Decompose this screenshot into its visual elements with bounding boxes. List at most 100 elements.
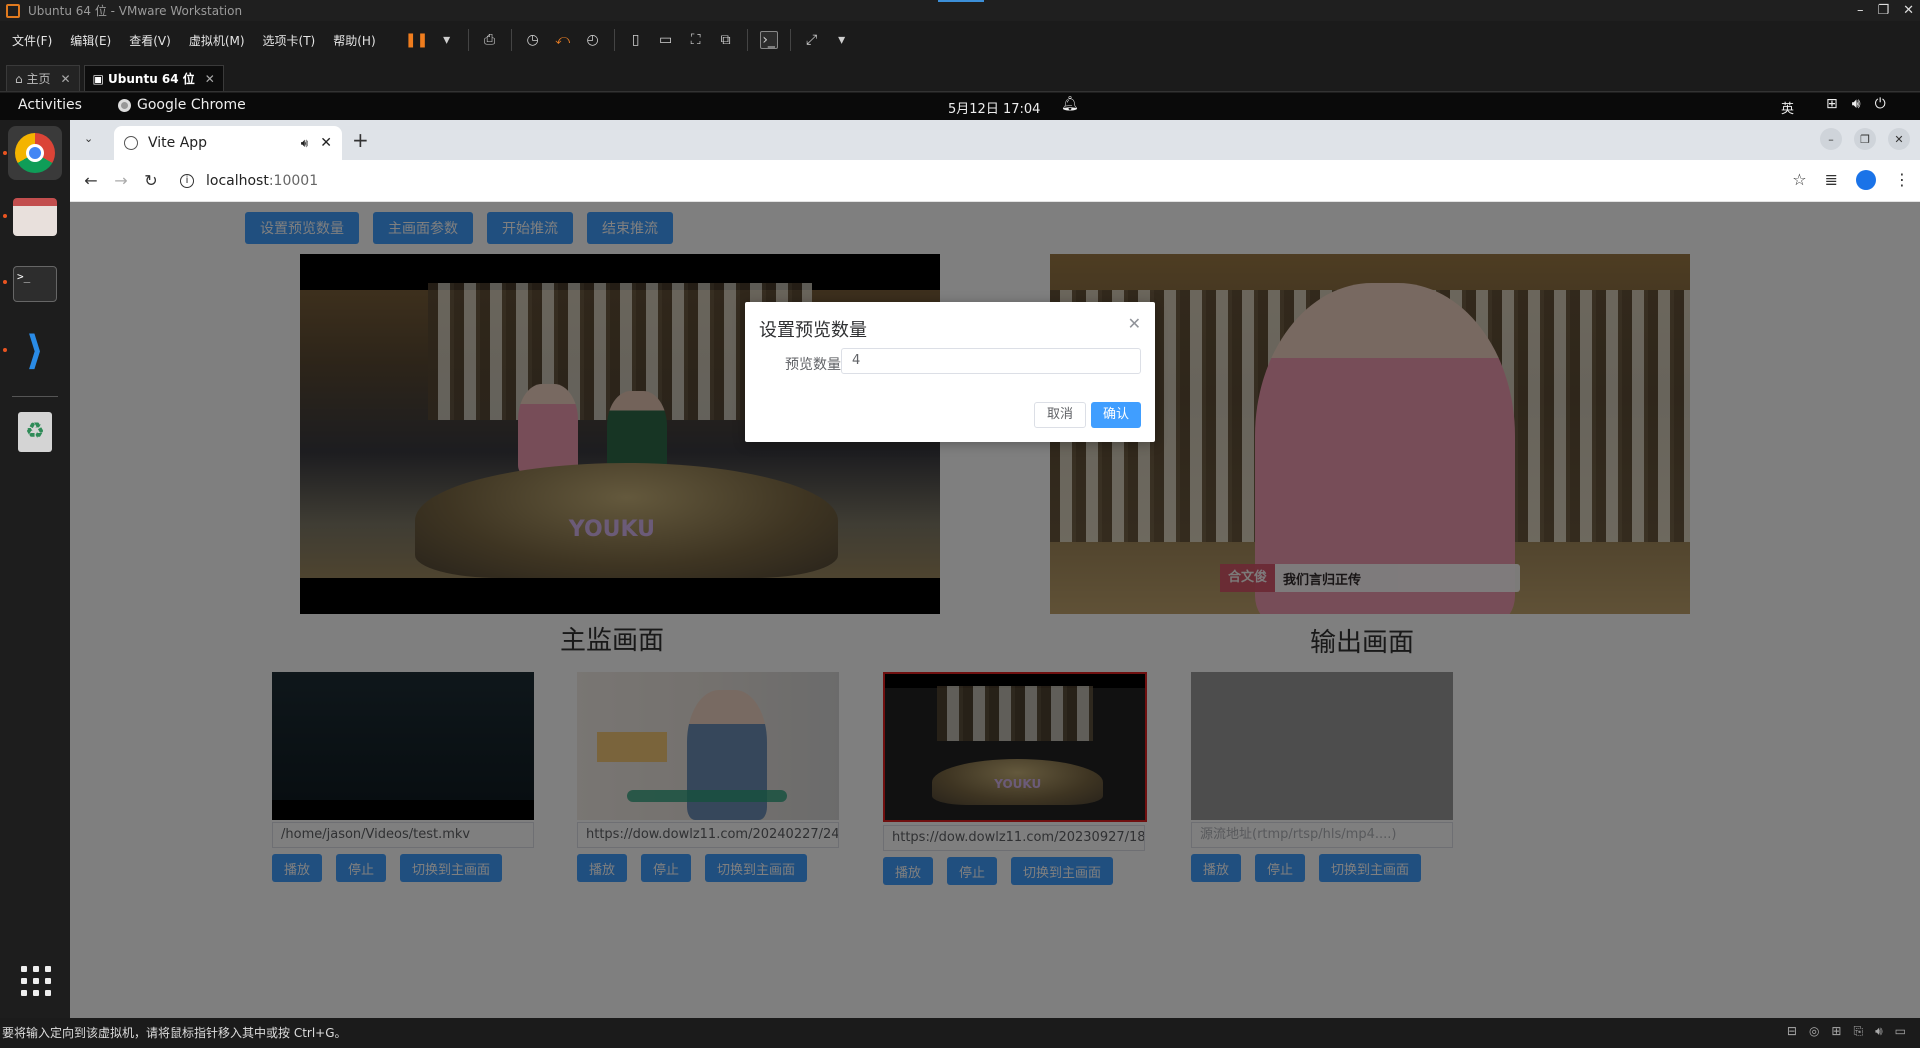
- dock-terminal[interactable]: >_: [8, 257, 62, 311]
- snapshot-icon[interactable]: ◷: [524, 31, 542, 49]
- url-port: :10001: [268, 172, 319, 189]
- system-menu[interactable]: ⊞ 🔊︎ ⏻: [1826, 96, 1886, 112]
- reload-icon[interactable]: ↻: [136, 171, 166, 190]
- console-view-icon[interactable]: ›_: [759, 31, 778, 49]
- cancel-button[interactable]: 取消: [1034, 402, 1087, 428]
- preview-count-input[interactable]: 4: [841, 348, 1141, 374]
- globe-icon: [124, 136, 138, 150]
- files-icon: [13, 198, 57, 236]
- close-icon[interactable]: ✕: [60, 72, 70, 86]
- show-apps-icon[interactable]: [21, 966, 51, 996]
- terminal-icon: >_: [13, 266, 57, 302]
- app-page: 设置预览数量 主画面参数 开始推流 结束推流 YOUKU 主监画面 合文俊 我们…: [70, 202, 1920, 1018]
- media-controls-icon[interactable]: ≣: [1825, 170, 1838, 190]
- toolbar-separator: [789, 29, 791, 51]
- power-icon: ⏻: [1874, 96, 1886, 112]
- address-bar[interactable]: i localhost:10001: [180, 173, 318, 189]
- chrome-icon: [15, 133, 55, 173]
- confirm-button[interactable]: 确认: [1091, 402, 1142, 428]
- cdrom-icon[interactable]: ◎: [1809, 1024, 1819, 1039]
- volume-icon: 🔊︎: [1851, 96, 1861, 112]
- minimize-icon[interactable]: –: [1857, 3, 1864, 18]
- home-icon: ⌂: [15, 71, 27, 86]
- dock-chrome[interactable]: [8, 126, 62, 180]
- dialog-title: 设置预览数量: [759, 320, 867, 341]
- forward-icon[interactable]: →: [106, 171, 136, 190]
- chrome-tab-title: Vite App: [148, 135, 208, 151]
- focused-app-name: Google Chrome: [137, 97, 246, 113]
- chrome-restore-icon[interactable]: ❐: [1854, 128, 1876, 150]
- dropdown-caret-icon[interactable]: ▾: [438, 31, 456, 49]
- sound-icon[interactable]: 🔊︎: [1875, 1024, 1883, 1039]
- dock-trash[interactable]: ♻: [8, 405, 62, 459]
- dock-vscode[interactable]: ⟩: [8, 324, 62, 378]
- close-icon[interactable]: ✕: [205, 72, 215, 86]
- running-indicator: [3, 214, 7, 218]
- status-hint: 要将输入定向到该虚拟机，请将鼠标指针移入其中或按 Ctrl+G。: [2, 1026, 347, 1040]
- chrome-close-icon[interactable]: ✕: [1888, 128, 1910, 150]
- send-ctrl-alt-del-icon[interactable]: ⎙: [481, 31, 499, 49]
- tab-ubuntu-label: Ubuntu 64 位: [108, 72, 195, 86]
- focused-app-menu[interactable]: Google Chrome: [118, 97, 246, 113]
- fullscreen-icon[interactable]: ⛶: [687, 31, 705, 49]
- chrome-minimize-icon[interactable]: –: [1820, 128, 1842, 150]
- stretch-guest-icon[interactable]: ⤢: [803, 31, 821, 49]
- close-icon[interactable]: ✕: [1903, 3, 1914, 18]
- hdd-icon[interactable]: ⊟: [1787, 1024, 1797, 1039]
- menu-help[interactable]: 帮助(H): [333, 32, 375, 49]
- toolbar-separator: [510, 29, 512, 51]
- preview-count-label: 预览数量: [785, 357, 841, 373]
- network-adapter-icon[interactable]: ⊞: [1831, 1024, 1841, 1039]
- unity-icon[interactable]: ⧉: [717, 31, 735, 49]
- audio-playing-icon[interactable]: 🔊︎: [301, 136, 309, 151]
- vm-icon: ▣: [92, 71, 109, 86]
- chrome-menu-icon[interactable]: ⋮: [1894, 170, 1910, 190]
- activities-button[interactable]: Activities: [18, 97, 82, 113]
- toolbar-separator: [467, 29, 469, 51]
- vmware-statusbar: 要将输入定向到该虚拟机，请将鼠标指针移入其中或按 Ctrl+G。 ⊟ ◎ ⊞ ⎘…: [0, 1018, 1920, 1048]
- tab-home[interactable]: ⌂ 主页 ✕: [6, 65, 80, 91]
- menu-view[interactable]: 查看(V): [129, 32, 171, 49]
- titlebar-accent: [938, 0, 984, 2]
- snapshot-manager-icon[interactable]: ◴: [584, 31, 602, 49]
- url-host: localhost: [206, 172, 269, 189]
- network-icon: ⊞: [1826, 96, 1838, 112]
- vmware-tabbar: ⌂ 主页 ✕ ▣ Ubuntu 64 位 ✕: [0, 59, 1920, 92]
- new-tab-icon[interactable]: +: [352, 128, 369, 152]
- display-icon[interactable]: ▭: [1895, 1024, 1906, 1039]
- close-icon[interactable]: ✕: [1128, 314, 1141, 333]
- dock-divider: [12, 396, 58, 397]
- dock-files[interactable]: [8, 190, 62, 244]
- running-indicator: [3, 348, 7, 352]
- running-indicator: [3, 280, 7, 284]
- dropdown-caret-icon[interactable]: ▾: [833, 31, 851, 49]
- menu-vm[interactable]: 虚拟机(M): [189, 32, 245, 49]
- tab-search-icon[interactable]: ⌄: [84, 132, 93, 145]
- revert-snapshot-icon[interactable]: ⤺: [554, 31, 572, 49]
- bookmark-star-icon[interactable]: ☆: [1792, 170, 1806, 190]
- thumbnail-icon[interactable]: ▭: [657, 31, 675, 49]
- clock[interactable]: 5月12日 17:04: [948, 98, 1040, 117]
- trash-icon: ♻: [18, 412, 52, 452]
- sidebar-toggle-icon[interactable]: ▯: [627, 31, 645, 49]
- input-method-indicator[interactable]: 英: [1781, 98, 1794, 117]
- site-info-icon[interactable]: i: [180, 173, 194, 188]
- menu-tabs[interactable]: 选项卡(T): [263, 32, 316, 49]
- pause-icon[interactable]: ❚❚: [405, 31, 428, 49]
- tab-ubuntu[interactable]: ▣ Ubuntu 64 位 ✕: [83, 65, 224, 91]
- menu-file[interactable]: 文件(F): [12, 32, 52, 49]
- chrome-tabstrip: ⌄ Vite App 🔊︎ ✕ + – ❐ ✕: [70, 120, 1920, 160]
- toolbar-separator: [746, 29, 748, 51]
- menu-edit[interactable]: 编辑(E): [70, 32, 111, 49]
- usb-icon[interactable]: ⎘: [1853, 1024, 1863, 1039]
- close-tab-icon[interactable]: ✕: [320, 135, 332, 151]
- ubuntu-dock: >_ ⟩ ♻: [0, 120, 70, 1018]
- vscode-icon: ⟩: [25, 328, 45, 374]
- restore-icon[interactable]: ❐: [1877, 3, 1889, 18]
- tab-home-label: 主页: [26, 72, 51, 86]
- chrome-tab-vite-app[interactable]: Vite App 🔊︎ ✕: [114, 126, 342, 160]
- profile-avatar[interactable]: [1856, 170, 1876, 190]
- notification-bell-icon: 🔔︎: [1061, 96, 1079, 112]
- back-icon[interactable]: ←: [76, 171, 106, 190]
- toolbar-separator: [613, 29, 615, 51]
